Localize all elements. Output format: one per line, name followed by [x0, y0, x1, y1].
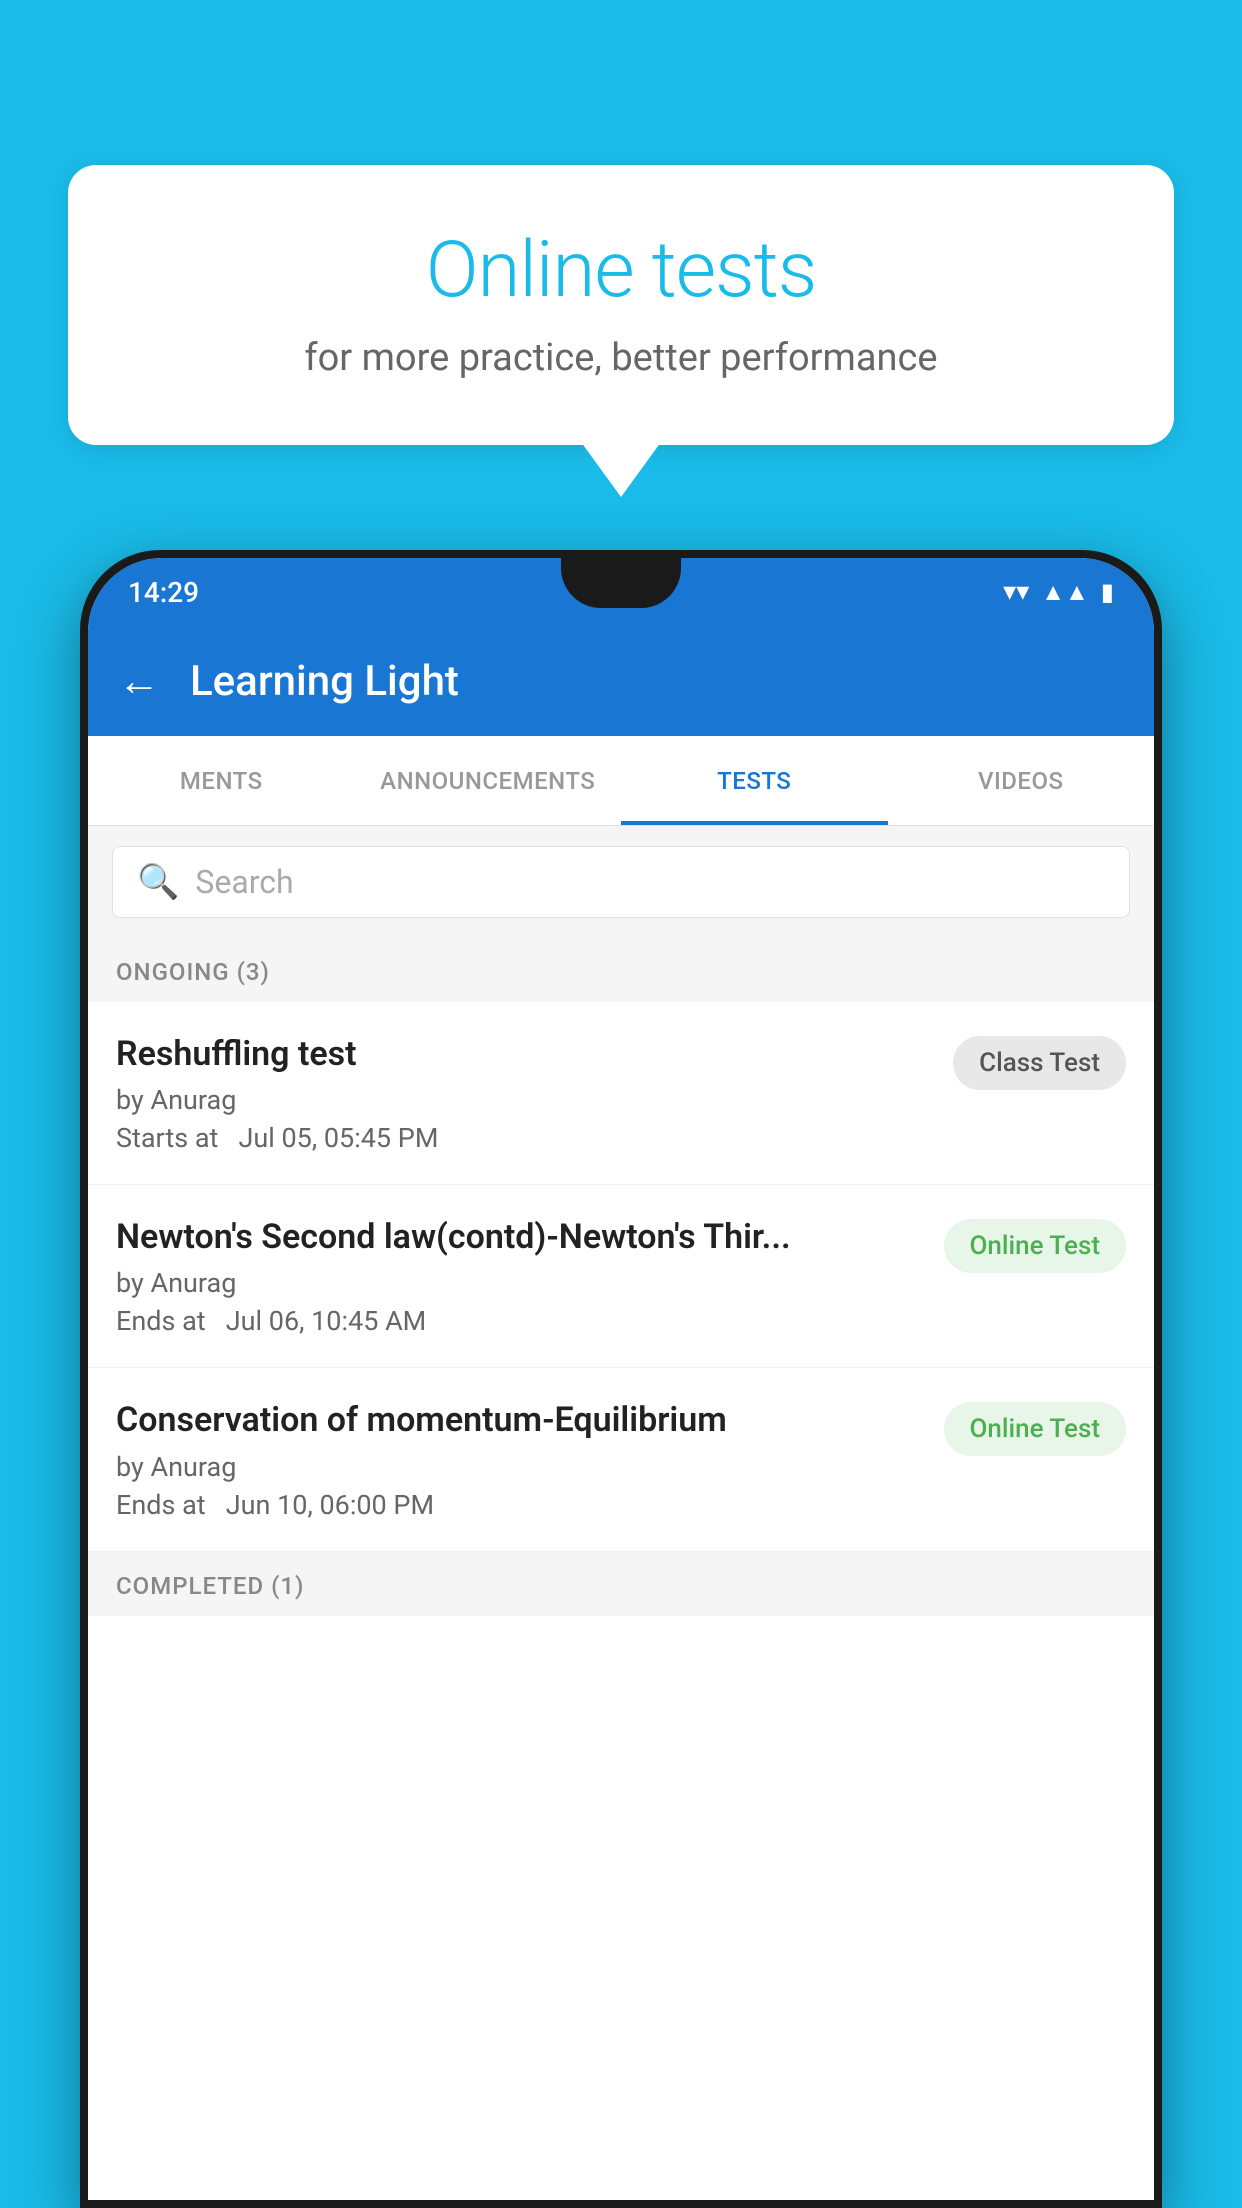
test-time-3: Ends at Jun 10, 06:00 PM	[116, 1489, 924, 1521]
test-badge-3: Online Test	[944, 1402, 1127, 1456]
status-time: 14:29	[128, 576, 199, 609]
completed-label: COMPLETED (1)	[116, 1572, 304, 1600]
test-item-conservation[interactable]: Conservation of momentum-Equilibrium by …	[88, 1368, 1154, 1551]
bubble-title: Online tests	[148, 225, 1094, 316]
bubble-subtitle: for more practice, better performance	[148, 336, 1094, 380]
test-author-3: by Anurag	[116, 1451, 924, 1483]
completed-section-header: COMPLETED (1)	[88, 1552, 1154, 1616]
test-list: Reshuffling test by Anurag Starts at Jul…	[88, 1002, 1154, 1552]
test-time-value-2: Jul 06, 10:45 AM	[226, 1305, 427, 1337]
search-placeholder: Search	[195, 863, 293, 901]
test-name-3: Conservation of momentum-Equilibrium	[116, 1398, 924, 1442]
test-time-value-1: Jul 05, 05:45 PM	[238, 1122, 438, 1154]
phone-frame: 14:29 ▾▾ ▲▲ ▮ ← Learning Light MENTS ANN…	[80, 550, 1162, 2208]
back-button[interactable]: ←	[118, 657, 160, 706]
test-info-1: Reshuffling test by Anurag Starts at Jul…	[116, 1032, 933, 1154]
test-author-1: by Anurag	[116, 1084, 933, 1116]
tab-ments[interactable]: MENTS	[88, 736, 355, 825]
search-container: 🔍 Search	[88, 826, 1154, 938]
signal-icon: ▲▲	[1041, 578, 1089, 607]
status-bar: 14:29 ▾▾ ▲▲ ▮	[88, 558, 1154, 626]
notch	[561, 558, 681, 608]
tab-announcements[interactable]: ANNOUNCEMENTS	[355, 736, 622, 825]
tab-videos[interactable]: VIDEOS	[888, 736, 1155, 825]
test-time-2: Ends at Jul 06, 10:45 AM	[116, 1305, 924, 1337]
status-icons: ▾▾ ▲▲ ▮	[1003, 577, 1114, 607]
ongoing-label: ONGOING (3)	[116, 958, 270, 986]
test-author-2: by Anurag	[116, 1267, 924, 1299]
test-time-1: Starts at Jul 05, 05:45 PM	[116, 1122, 933, 1154]
wifi-icon: ▾▾	[1003, 577, 1029, 607]
app-bar: ← Learning Light	[88, 626, 1154, 736]
tabs-bar: MENTS ANNOUNCEMENTS TESTS VIDEOS	[88, 736, 1154, 826]
speech-bubble: Online tests for more practice, better p…	[68, 165, 1174, 445]
test-badge-1: Class Test	[953, 1036, 1126, 1090]
app-title: Learning Light	[190, 657, 459, 706]
test-time-label-2: Ends at	[116, 1305, 206, 1337]
test-time-label-1: Starts at	[116, 1122, 218, 1154]
test-time-label-3: Ends at	[116, 1489, 206, 1521]
test-name-2: Newton's Second law(contd)-Newton's Thir…	[116, 1215, 924, 1259]
test-time-value-3: Jun 10, 06:00 PM	[226, 1489, 434, 1521]
battery-icon: ▮	[1101, 578, 1114, 606]
test-info-3: Conservation of momentum-Equilibrium by …	[116, 1398, 924, 1520]
search-input[interactable]: 🔍 Search	[112, 846, 1130, 918]
test-item-reshuffling[interactable]: Reshuffling test by Anurag Starts at Jul…	[88, 1002, 1154, 1185]
test-name-1: Reshuffling test	[116, 1032, 933, 1076]
test-info-2: Newton's Second law(contd)-Newton's Thir…	[116, 1215, 924, 1337]
tab-tests[interactable]: TESTS	[621, 736, 888, 825]
search-icon: 🔍	[137, 862, 179, 902]
ongoing-section-header: ONGOING (3)	[88, 938, 1154, 1002]
test-badge-2: Online Test	[944, 1219, 1127, 1273]
test-item-newton[interactable]: Newton's Second law(contd)-Newton's Thir…	[88, 1185, 1154, 1368]
phone-inner: 14:29 ▾▾ ▲▲ ▮ ← Learning Light MENTS ANN…	[88, 558, 1154, 2200]
